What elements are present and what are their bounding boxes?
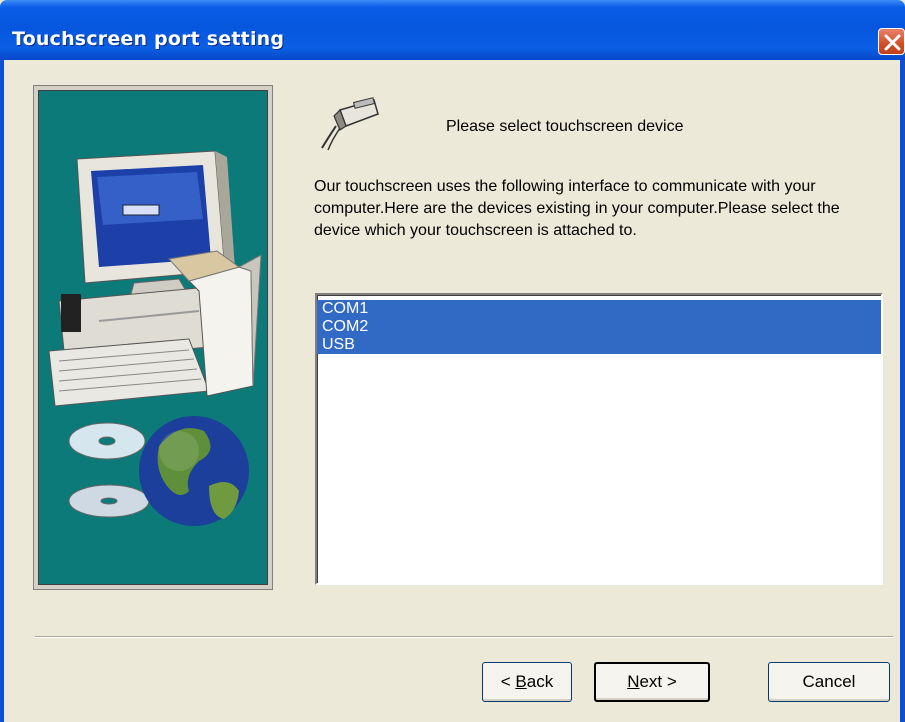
close-button[interactable]	[878, 28, 905, 55]
device-item-com2[interactable]: COM2	[317, 318, 881, 336]
back-button-prefix: <	[500, 672, 516, 691]
device-item-com1[interactable]: COM1	[317, 300, 881, 318]
next-button-label: ext >	[639, 672, 677, 691]
title-bar[interactable]: Touchscreen port setting	[0, 0, 905, 60]
next-button[interactable]: Next >	[594, 662, 710, 702]
window-border-left	[0, 60, 4, 722]
back-button-label: ack	[526, 672, 554, 691]
device-listbox[interactable]: COM1 COM2 USB	[315, 293, 883, 585]
page-description: Our touchscreen uses the following inter…	[314, 178, 840, 239]
wizard-side-panel	[33, 85, 273, 590]
separator	[35, 636, 893, 638]
device-item-usb[interactable]: USB	[317, 336, 881, 354]
next-button-key: N	[627, 672, 640, 691]
window-title: Touchscreen port setting	[12, 28, 285, 50]
close-icon	[884, 34, 901, 51]
window-border-right	[900, 60, 905, 722]
page-heading: Please select touchscreen device	[446, 118, 684, 135]
computer-globe-illustration	[38, 90, 268, 585]
back-button[interactable]: < Back	[482, 662, 572, 702]
cancel-button[interactable]: Cancel	[768, 662, 890, 702]
back-button-key: B	[515, 672, 527, 691]
plug-icon	[321, 97, 379, 151]
wizard-window: Touchscreen port setting Please select t…	[0, 0, 905, 722]
